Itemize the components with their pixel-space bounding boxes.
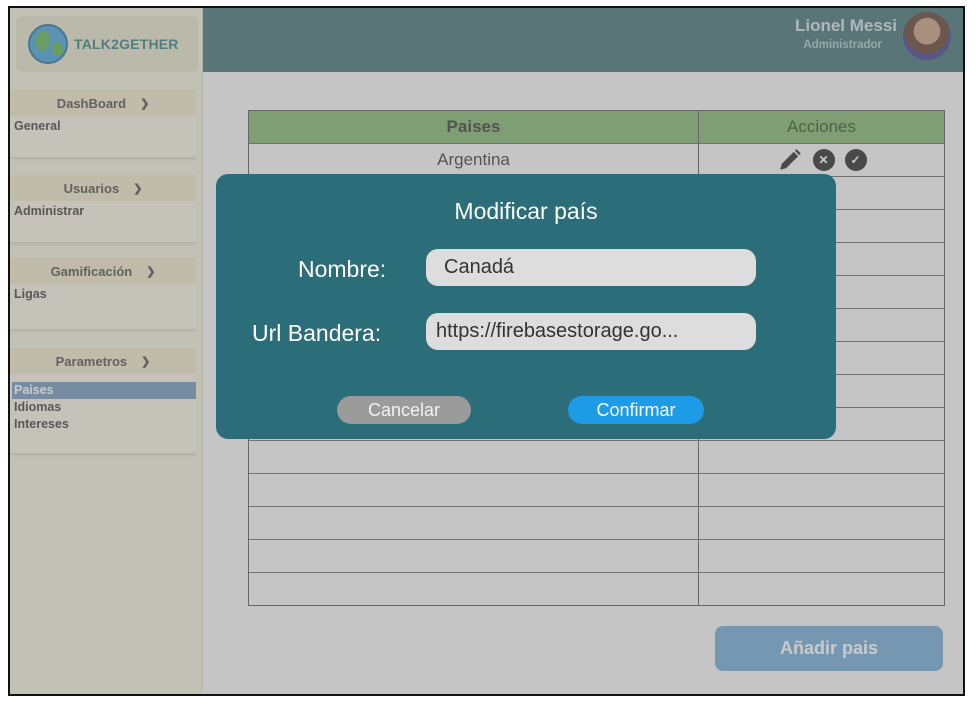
name-input[interactable]: Canadá <box>426 249 756 286</box>
cancel-button[interactable]: Cancelar <box>337 396 471 424</box>
flag-url-input[interactable]: https://firebasestorage.go... <box>426 313 756 350</box>
confirm-button[interactable]: Confirmar <box>568 396 704 424</box>
flag-url-label: Url Bandera: <box>252 320 382 346</box>
app-window: TALK2GETHER DashBoard ❯ General Usuarios… <box>8 6 965 696</box>
name-label: Nombre: <box>298 256 387 282</box>
edit-country-modal: Modificar país Nombre: Canadá Url Bander… <box>216 174 836 439</box>
modal-title: Modificar país <box>454 198 598 224</box>
